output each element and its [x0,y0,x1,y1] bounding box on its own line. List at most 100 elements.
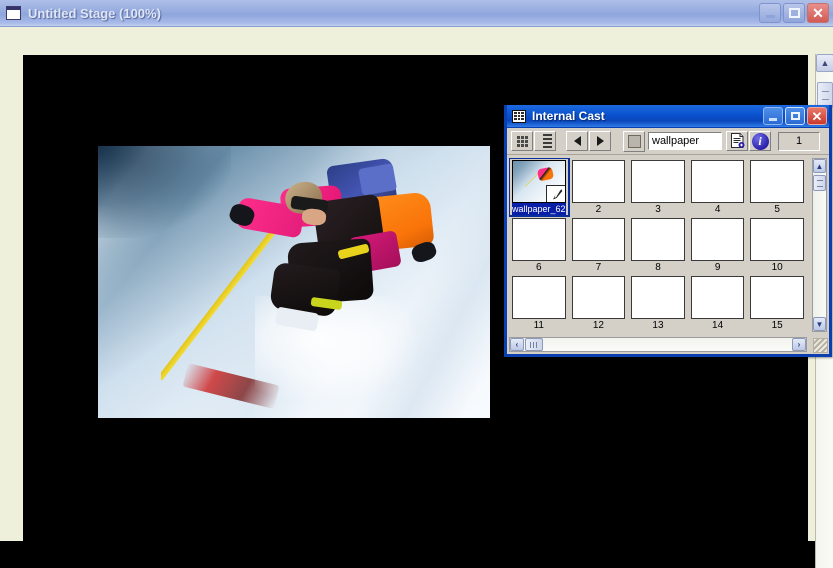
cast-scroll-up-button[interactable]: ▲ [813,159,826,173]
maximize-icon [788,8,800,18]
cast-cell-14[interactable]: 14 [688,274,748,332]
cast-thumbnail[interactable] [512,160,566,203]
arrow-left-icon [573,136,581,146]
list-view-icon [539,134,552,148]
stage-window-title: Untitled Stage (100%) [28,5,161,21]
cast-cell-label: 4 [714,204,721,215]
list-view-button[interactable] [534,131,556,151]
stage-close-button[interactable]: ✕ [807,3,829,23]
cast-scroll-right-button[interactable]: › [792,338,806,351]
cast-cell-label: 9 [714,262,721,273]
cast-maximize-button[interactable] [785,107,805,125]
maximize-icon [790,112,800,120]
cast-cell-label: 15 [771,320,783,331]
cast-cell-5[interactable]: 5 [747,158,807,216]
cast-thumbnail-empty[interactable] [690,276,745,319]
cast-thumbnail-empty[interactable] [512,276,566,319]
cast-cell-label: 11 [533,320,544,331]
chevron-left-icon: ‹ [515,340,519,349]
previous-member-button[interactable] [566,131,588,151]
cast-cell-label: 10 [771,262,783,273]
member-name-input[interactable]: wallpaper [648,132,722,150]
skier-figure [223,157,443,342]
cast-member-properties-icon: i [751,132,769,150]
cast-cell-label: 12 [592,320,604,331]
grip-icon [816,179,823,187]
scroll-up-button[interactable]: ▲ [816,54,833,72]
cast-cell-11[interactable]: 11 [509,274,569,332]
cast-thumbnail-empty[interactable] [512,218,566,261]
cast-thumbnail-empty[interactable] [571,160,626,203]
cast-thumbnail-empty[interactable] [690,160,745,203]
cast-thumbnail-empty[interactable] [690,218,745,261]
cast-thumbnail-empty[interactable] [631,160,685,203]
cast-horizontal-scrollbar[interactable]: ‹ › [509,337,807,352]
skier-photo[interactable] [98,146,490,418]
internal-cast-window: Internal Cast ✕ wallpaper i 1 wallpaper_… [504,105,832,357]
close-icon: ✕ [812,5,824,21]
chevron-right-icon: › [797,340,801,349]
cast-window-titlebar[interactable]: Internal Cast ✕ [507,105,829,128]
cast-toolbar: wallpaper i 1 [507,128,829,155]
cast-cell-1[interactable]: wallpaper_62 [509,158,570,217]
cast-member-properties-button[interactable]: i [749,131,771,151]
cast-window-controls: ✕ [763,107,827,125]
cast-cell-2[interactable]: 2 [569,158,629,216]
cast-cell-12[interactable]: 12 [569,274,629,332]
cast-cell-7[interactable]: 7 [569,216,629,274]
member-number-value: 1 [795,135,803,147]
stage-window-titlebar[interactable]: Untitled Stage (100%) ✕ [0,0,833,27]
arrow-right-icon [596,136,604,146]
cast-resize-grip[interactable] [813,338,828,353]
cast-cell-label: wallpaper_62 [512,203,566,216]
cast-cell-15[interactable]: 15 [747,274,807,332]
stage-minimize-button[interactable] [759,3,781,23]
cast-cell-8[interactable]: 8 [628,216,688,274]
cast-vertical-scroll-thumb[interactable] [813,175,826,191]
cast-cell-label: 6 [536,262,542,273]
cast-member-grid: wallpaper_62 2 3 4 5 6 7 8 9 10 11 12 13… [509,158,807,332]
cast-cell-label: 3 [655,204,661,215]
close-icon: ✕ [811,108,823,124]
grip-icon [821,90,829,100]
cast-thumbnail-empty[interactable] [571,218,626,261]
cast-cell-label: 5 [774,204,780,215]
cast-thumbnail-empty[interactable] [750,160,804,203]
cast-thumbnail-empty[interactable] [571,276,626,319]
cast-window-title: Internal Cast [532,109,605,123]
cast-cell-label: 8 [655,262,661,273]
cast-cell-4[interactable]: 4 [688,158,748,216]
cast-cell-13[interactable]: 13 [628,274,688,332]
cast-member-script-button[interactable] [726,131,748,151]
cast-cell-9[interactable]: 9 [688,216,748,274]
cast-cell-label: 2 [595,204,602,215]
cast-horizontal-scroll-thumb[interactable] [525,338,543,351]
cast-cell-label: 13 [652,320,664,331]
cast-close-button[interactable]: ✕ [807,107,827,125]
member-name-value: wallpaper [652,135,700,147]
cast-cell-label: 14 [712,320,724,331]
cast-member-preview-icon[interactable] [623,130,645,152]
cast-cell-10[interactable]: 10 [747,216,807,274]
cast-thumbnail-empty[interactable] [750,218,804,261]
cast-scroll-down-button[interactable]: ▼ [813,317,826,331]
cast-cell-3[interactable]: 3 [628,158,688,216]
thumbnail-view-button[interactable] [511,131,533,151]
chevron-up-icon: ▲ [820,58,830,68]
thumbnail-view-icon [516,135,528,147]
stage-maximize-button[interactable] [783,3,805,23]
shadow-corner [98,146,232,239]
minimize-icon [765,15,775,18]
chevron-down-icon: ▼ [815,319,824,329]
cast-grid-icon [512,109,526,123]
cast-scroll-left-button[interactable]: ‹ [510,338,524,351]
cast-vertical-scrollbar[interactable]: ▲ ▼ [812,158,827,332]
next-member-button[interactable] [589,131,611,151]
member-number-field[interactable]: 1 [778,131,820,151]
cast-thumbnail-empty[interactable] [631,218,685,261]
cast-thumbnail-empty[interactable] [750,276,804,319]
paint-tool-icon [545,185,565,202]
cast-thumbnail-empty[interactable] [631,276,685,319]
cast-minimize-button[interactable] [763,107,783,125]
cast-cell-6[interactable]: 6 [509,216,569,274]
